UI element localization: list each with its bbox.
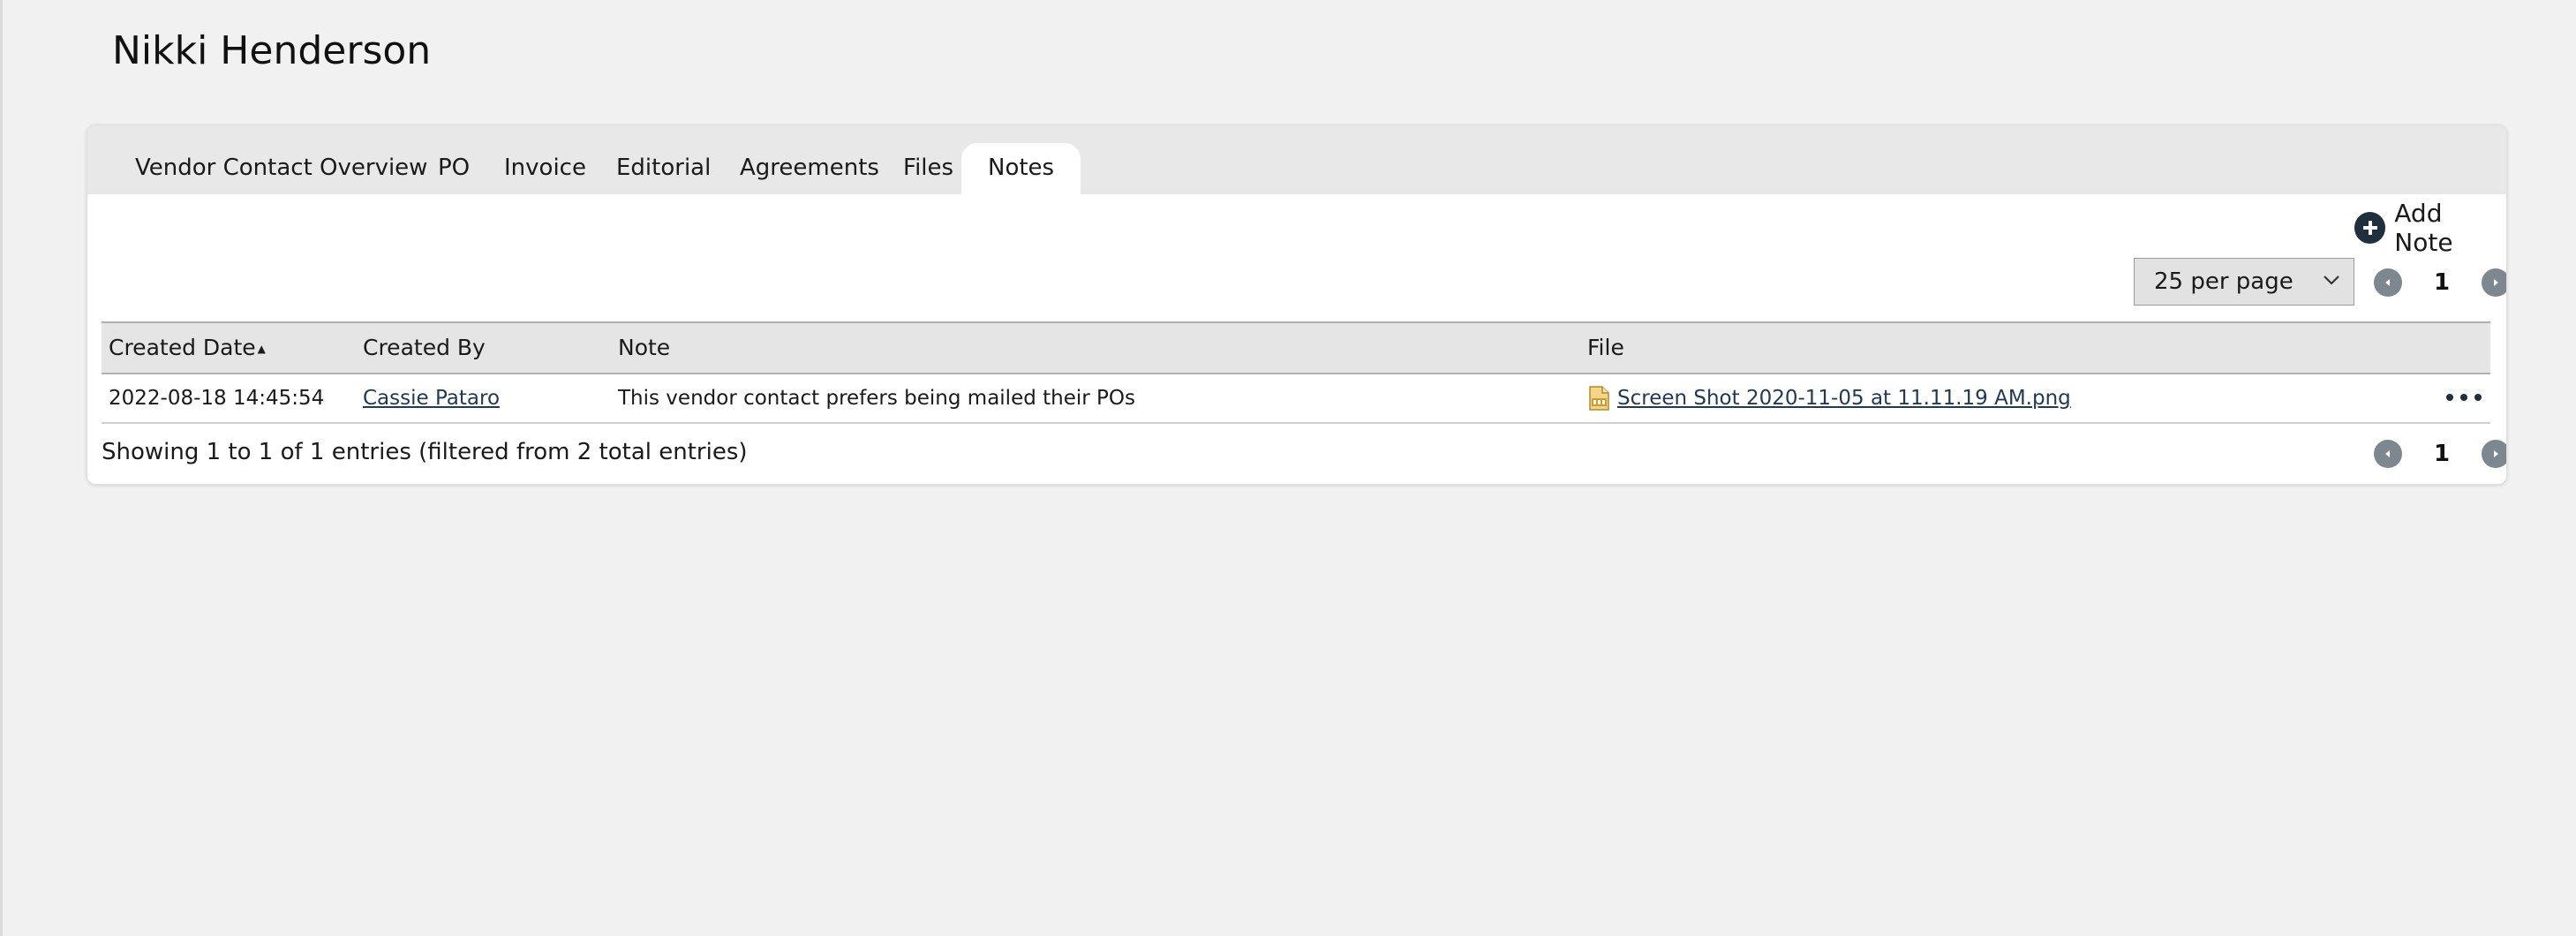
tab-files[interactable]: Files xyxy=(903,143,953,194)
column-header-created-by[interactable]: Created By xyxy=(363,323,486,373)
column-header-note[interactable]: Note xyxy=(618,323,670,373)
file-link[interactable]: Screen Shot 2020-11-05 at 11.11.19 AM.pn… xyxy=(1617,374,2071,422)
column-header-file[interactable]: File xyxy=(1587,323,1624,373)
prev-page-icon[interactable] xyxy=(2374,268,2402,297)
tab-vendor-contact-overview[interactable]: Vendor Contact Overview xyxy=(135,143,427,194)
bottom-pagination: 1 xyxy=(2374,438,2506,470)
cell-note: This vendor contact prefers being mailed… xyxy=(618,387,1135,410)
current-page-number: 1 xyxy=(2433,441,2451,467)
notes-panel: Vendor Contact Overview PO Invoice Edito… xyxy=(87,125,2507,485)
more-horizontal-icon[interactable] xyxy=(2446,387,2482,408)
sort-ascending-icon: ▲ xyxy=(257,343,266,355)
cell-file: Screen Shot 2020-11-05 at 11.11.19 AM.pn… xyxy=(1587,374,2071,422)
created-by-link[interactable]: Cassie Pataro xyxy=(363,387,500,410)
top-pagination: 1 xyxy=(2374,267,2506,298)
column-header-created-date[interactable]: Created Date ▲ xyxy=(109,323,266,374)
cell-created-by: Cassie Pataro xyxy=(363,374,500,422)
prev-page-icon[interactable] xyxy=(2374,440,2402,468)
chevron-down-icon xyxy=(2324,276,2339,285)
table-header: Created Date ▲ Created By Note File xyxy=(102,321,2490,374)
png-file-icon xyxy=(1589,386,1609,411)
tab-agreements[interactable]: Agreements xyxy=(740,143,879,194)
page-title: Nikki Henderson xyxy=(112,28,432,73)
tab-po[interactable]: PO xyxy=(438,143,470,194)
per-page-value: 25 per page xyxy=(2154,268,2294,295)
cell-created-date: 2022-08-18 14:45:54 xyxy=(109,387,325,410)
next-page-icon[interactable] xyxy=(2482,440,2506,468)
add-note-label: Add Note xyxy=(2394,199,2453,257)
notes-table: Created Date ▲ Created By Note File 2022-… xyxy=(102,321,2490,424)
plus-circle-icon xyxy=(2354,212,2386,244)
next-page-icon[interactable] xyxy=(2482,268,2506,297)
entries-info: Showing 1 to 1 of 1 entries (filtered fr… xyxy=(102,439,748,465)
tab-bar: Vendor Contact Overview PO Invoice Edito… xyxy=(87,125,2506,194)
tab-editorial[interactable]: Editorial xyxy=(616,143,711,194)
table-row: 2022-08-18 14:45:54 Cassie Pataro This v… xyxy=(102,374,2490,424)
tab-notes[interactable]: Notes xyxy=(961,143,1081,194)
add-note-button[interactable]: Add Note xyxy=(2354,199,2506,257)
tab-invoice[interactable]: Invoice xyxy=(504,143,586,194)
window-left-edge xyxy=(0,0,3,936)
per-page-select[interactable]: 25 per page xyxy=(2134,258,2354,306)
current-page-number: 1 xyxy=(2433,269,2451,296)
